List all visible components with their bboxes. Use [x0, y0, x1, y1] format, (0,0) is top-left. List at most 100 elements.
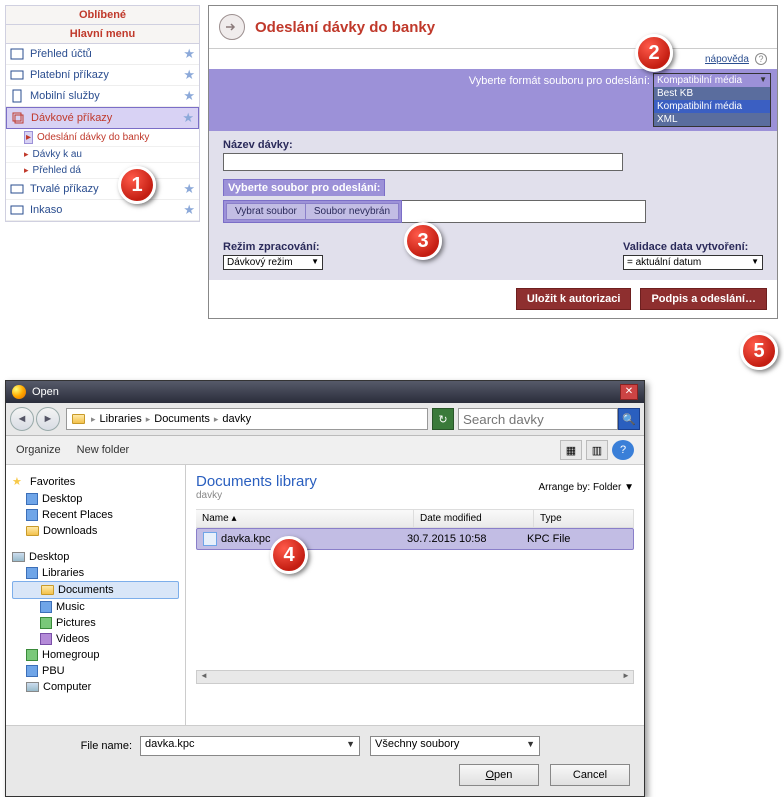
open-label: pen	[494, 769, 512, 781]
star-icon[interactable]: ★	[183, 202, 195, 218]
choose-file-button[interactable]: Vybrat soubor	[226, 203, 306, 220]
name-input[interactable]	[223, 153, 623, 171]
sidebar-item-standing[interactable]: Trvalé příkazy ★	[6, 179, 199, 200]
main-body: Vyberte formát souboru pro odeslání: Kom…	[209, 69, 777, 280]
search-input[interactable]	[458, 408, 618, 430]
dropdown-option[interactable]: Kompatibilní média	[654, 100, 770, 113]
col-date[interactable]: Date modified	[414, 510, 534, 527]
crumb[interactable]: Documents	[150, 413, 214, 425]
tree-desktop2[interactable]: Desktop	[12, 549, 179, 565]
file-path-input[interactable]	[402, 200, 646, 223]
filetype-select[interactable]: Všechny soubory	[370, 736, 540, 756]
dialog-body: ★Favorites Desktop Recent Places Downloa…	[6, 465, 644, 725]
tree-documents[interactable]: Documents	[12, 581, 179, 599]
col-name[interactable]: Name ▴	[196, 510, 414, 527]
validation-select[interactable]: = aktuální datum	[623, 255, 763, 270]
tree-videos[interactable]: Videos	[12, 631, 179, 647]
star-icon[interactable]: ★	[183, 46, 195, 62]
nav-forward-button[interactable]: ►	[36, 407, 60, 431]
list-title: Documents library	[196, 473, 317, 490]
sidebar-sub-overview[interactable]: ▸ Přehled dá	[6, 163, 199, 179]
help-icon[interactable]: ?	[612, 440, 634, 460]
crumb[interactable]: Libraries	[96, 413, 146, 425]
sidebar-sub-send[interactable]: ▸ Odeslání dávky do banky	[6, 129, 199, 147]
cancel-button[interactable]: Cancel	[550, 764, 630, 786]
callout-badge-5: 5	[740, 332, 778, 370]
col-type[interactable]: Type	[534, 510, 634, 527]
tree-libraries[interactable]: Libraries	[12, 565, 179, 581]
star-icon[interactable]: ★	[182, 110, 194, 126]
sidebar-item-batch[interactable]: Dávkové příkazy ★	[6, 107, 199, 129]
tree-downloads[interactable]: Downloads	[12, 523, 179, 539]
dropdown-option[interactable]: Best KB	[654, 87, 770, 100]
tree-recent[interactable]: Recent Places	[12, 507, 179, 523]
callout-badge-4: 4	[270, 536, 308, 574]
sidebar-item-label: Platební příkazy	[30, 69, 195, 81]
sidebar-item-mobile[interactable]: Mobilní služby ★	[6, 86, 199, 107]
tree-label: PBU	[42, 665, 65, 677]
tree-homegroup[interactable]: Homegroup	[12, 647, 179, 663]
tree-music[interactable]: Music	[12, 599, 179, 615]
list-subtitle: davky	[196, 490, 317, 501]
computer-icon	[26, 682, 39, 692]
tree-pictures[interactable]: Pictures	[12, 615, 179, 631]
button-row: Uložit k autorizaci Podpis a odeslání…	[209, 280, 777, 318]
search-button[interactable]: 🔍	[618, 408, 640, 430]
breadcrumb[interactable]: ▸ Libraries▸ Documents▸ davky	[66, 408, 428, 430]
chrome-icon	[12, 385, 26, 399]
save-button[interactable]: Uložit k autorizaci	[516, 288, 632, 310]
help-icon[interactable]: ?	[755, 53, 767, 65]
help-link[interactable]: nápověda	[705, 54, 749, 65]
tree-pbu[interactable]: PBU	[12, 663, 179, 679]
open-button[interactable]: Open	[459, 764, 539, 786]
star-icon[interactable]: ★	[183, 181, 195, 197]
nav-back-button[interactable]: ◄	[10, 407, 34, 431]
callout-badge-1: 1	[118, 166, 156, 204]
sidebar-item-label: Trvalé příkazy	[30, 183, 195, 195]
mode-value: Dávkový režim	[227, 257, 293, 268]
tree-label: Videos	[56, 633, 89, 645]
crumb[interactable]: davky	[218, 413, 255, 425]
refresh-button[interactable]: ↻	[432, 408, 454, 430]
sidebar-item-payments[interactable]: Platební příkazy ★	[6, 65, 199, 86]
file-row[interactable]: davka.kpc 30.7.2015 10:58 KPC File	[196, 528, 634, 550]
sign-send-button[interactable]: Podpis a odeslání…	[640, 288, 767, 310]
file-icon	[203, 532, 217, 546]
format-dropdown[interactable]: Kompatibilní média Best KB Kompatibilní …	[653, 73, 771, 127]
homegroup-icon	[26, 649, 38, 661]
horizontal-scrollbar[interactable]	[196, 670, 634, 684]
pictures-icon	[40, 617, 52, 629]
help-row: nápověda ?	[209, 49, 777, 69]
dialog-titlebar: Open ✕	[6, 381, 644, 403]
star-icon[interactable]: ★	[183, 88, 195, 104]
dropdown-selected[interactable]: Kompatibilní média	[654, 74, 770, 87]
organize-menu[interactable]: Organize	[16, 444, 61, 456]
mode-label: Režim zpracování:	[223, 241, 323, 253]
tree-label: Music	[56, 601, 85, 613]
view-button[interactable]: ▦	[560, 440, 582, 460]
tree-desktop[interactable]: Desktop	[12, 491, 179, 507]
star-icon[interactable]: ★	[183, 67, 195, 83]
file-section: Vyberte soubor pro odeslání: Vybrat soub…	[209, 179, 777, 231]
tree-label: Downloads	[43, 525, 97, 537]
tree-computer[interactable]: Computer	[12, 679, 179, 695]
filename-value: davka.kpc	[145, 738, 195, 750]
arrange-by[interactable]: Arrange by: Folder ▼	[538, 482, 634, 493]
recent-icon	[26, 509, 38, 521]
mode-select[interactable]: Dávkový režim	[223, 255, 323, 270]
format-label: Vyberte formát souboru pro odeslání:	[469, 73, 650, 87]
sidebar-sub-auth[interactable]: ▸ Dávky k au	[6, 147, 199, 163]
list-columns: Name ▴ Date modified Type	[196, 509, 634, 528]
preview-button[interactable]: ▥	[586, 440, 608, 460]
sidebar-item-directdebit[interactable]: Inkaso ★	[6, 200, 199, 221]
close-icon[interactable]: ✕	[620, 384, 638, 400]
tree-favorites[interactable]: ★Favorites	[12, 473, 179, 491]
libraries-icon	[26, 567, 38, 579]
filename-input[interactable]: davka.kpc	[140, 736, 360, 756]
dropdown-option[interactable]: XML	[654, 113, 770, 126]
sidebar-item-accounts[interactable]: Přehled účtů ★	[6, 44, 199, 65]
file-open-dialog: Open ✕ ◄ ► ▸ Libraries▸ Documents▸ davky…	[5, 380, 645, 797]
new-folder-button[interactable]: New folder	[77, 444, 130, 456]
file-type: KPC File	[527, 533, 627, 545]
folder-icon	[26, 526, 39, 536]
